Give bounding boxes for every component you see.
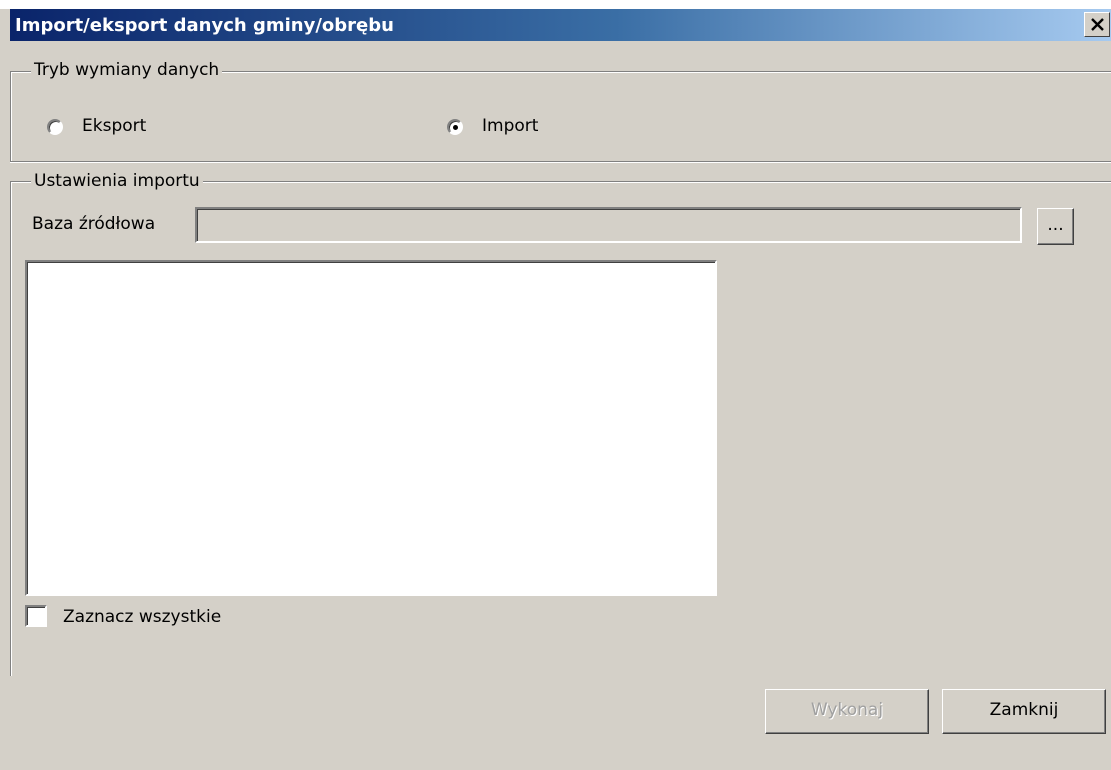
close-button[interactable] <box>1084 12 1110 37</box>
dialog-window: Import/eksport danych gminy/obrębu Tryb … <box>0 9 1111 770</box>
close-dialog-button[interactable]: Zamknij <box>942 689 1106 734</box>
import-radio-label[interactable]: Import <box>482 116 538 136</box>
gmina-list[interactable] <box>25 260 717 596</box>
execute-button-label: Wykonaj <box>810 700 884 720</box>
source-db-label: Baza źródłowa <box>32 214 156 234</box>
execute-button[interactable]: Wykonaj <box>765 689 929 734</box>
close-icon <box>1091 18 1104 31</box>
select-all-label[interactable]: Zaznacz wszystkie <box>63 607 221 627</box>
close-dialog-button-label: Zamknij <box>989 700 1059 720</box>
select-all-checkbox[interactable] <box>25 605 47 627</box>
export-radio-label[interactable]: Eksport <box>82 116 146 136</box>
mode-group-legend: Tryb wymiany danych <box>31 60 223 80</box>
radio-selected-dot <box>453 125 458 130</box>
mode-groupbox-divider <box>10 161 1111 163</box>
title-bar[interactable]: Import/eksport danych gminy/obrębu <box>10 9 1111 41</box>
browse-button[interactable]: ... <box>1037 208 1074 245</box>
export-radio[interactable] <box>47 119 63 135</box>
browse-button-label: ... <box>1047 215 1064 235</box>
source-db-field[interactable] <box>195 207 1022 243</box>
import-radio[interactable] <box>447 119 463 135</box>
import-group-legend: Ustawienia importu <box>31 171 203 191</box>
window-title: Import/eksport danych gminy/obrębu <box>15 15 394 36</box>
mode-groupbox <box>10 71 1111 162</box>
